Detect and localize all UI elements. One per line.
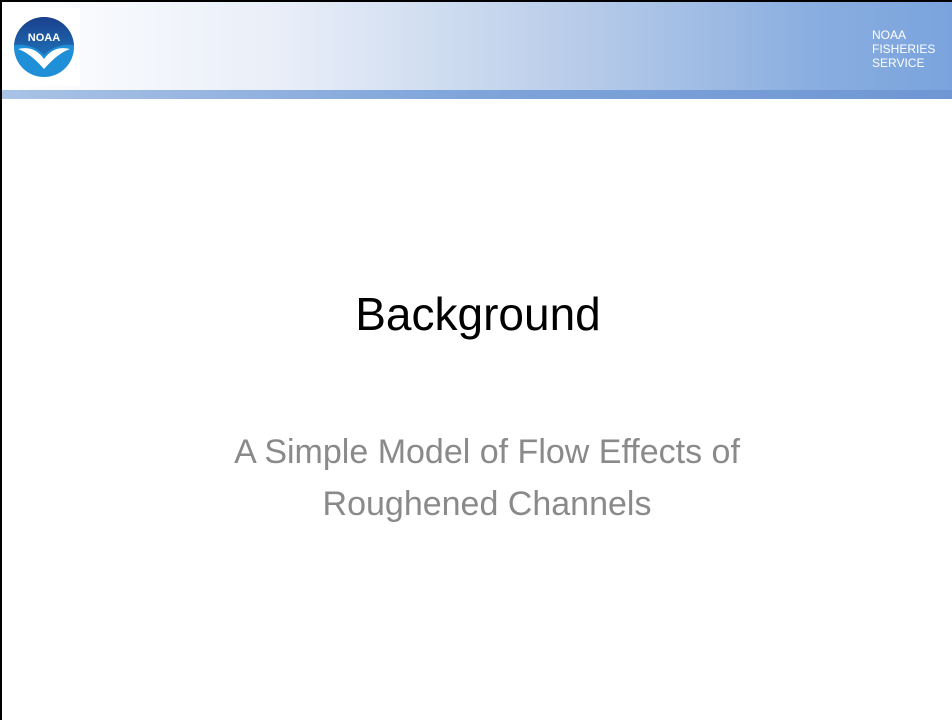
agency-line-3: SERVICE: [872, 56, 925, 70]
header-rule: [2, 90, 952, 99]
subtitle-line-2: Roughened Channels: [322, 485, 652, 523]
slide-title: Background: [355, 288, 601, 340]
header-band: [2, 2, 952, 90]
agency-name: NOAA FISHERIES SERVICE: [872, 28, 944, 70]
slide-subtitle: A Simple Model of Flow Effects of Roughe…: [152, 426, 822, 530]
logo-text: NOAA: [28, 32, 60, 44]
subtitle-line-1: A Simple Model of Flow Effects of: [234, 433, 740, 471]
agency-line-2: FISHERIES: [872, 42, 936, 56]
agency-line-1: NOAA: [872, 28, 907, 42]
noaa-logo: NOAA: [8, 8, 80, 86]
noaa-emblem-icon: NOAA: [14, 17, 74, 77]
slide: NOAA NOAA FISHERIES SERVICE Background A…: [0, 0, 952, 720]
